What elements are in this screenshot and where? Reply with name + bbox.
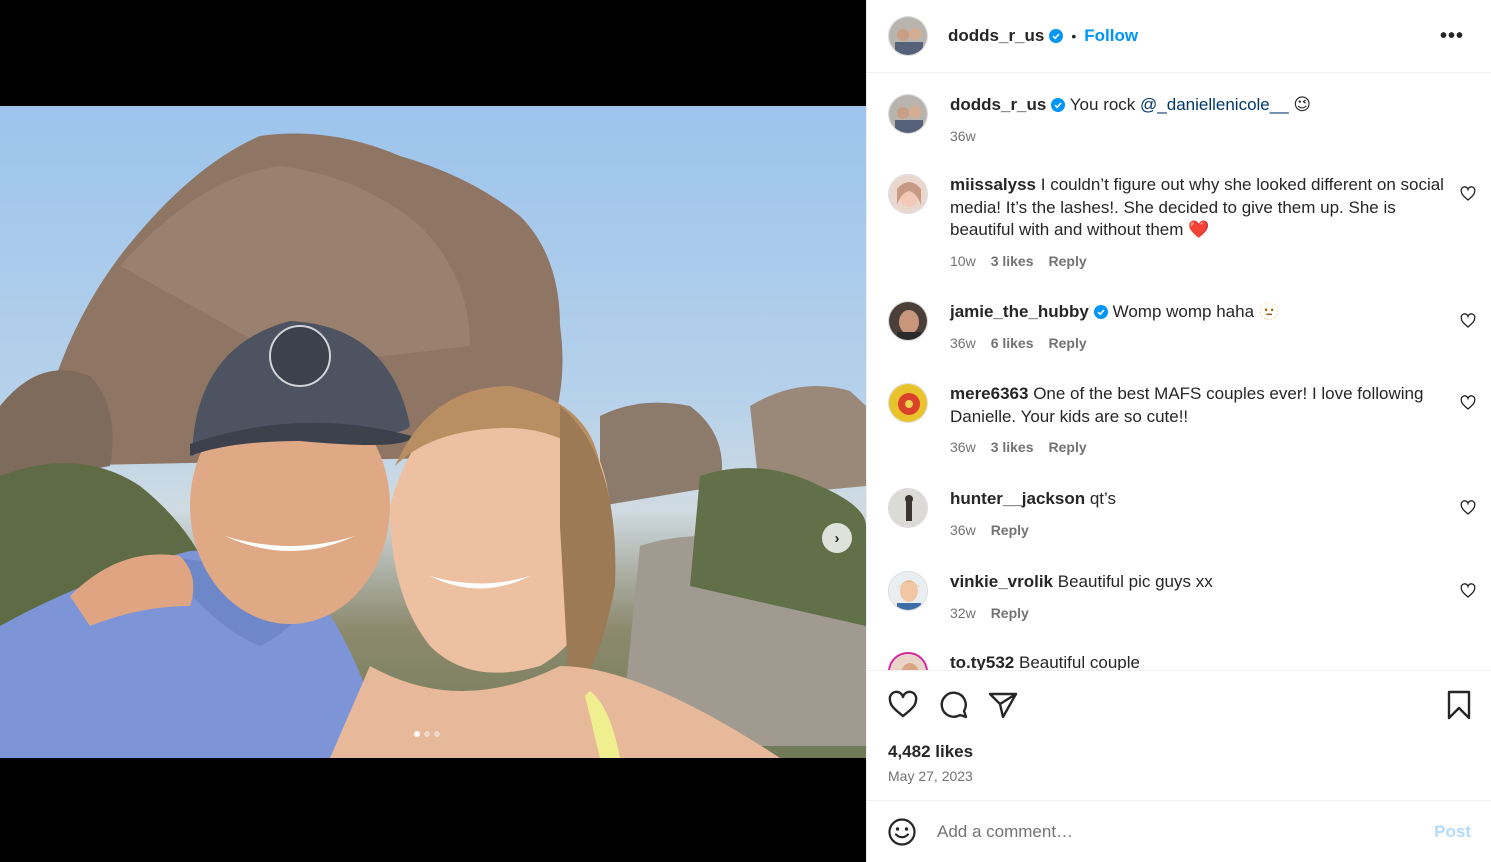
verified-badge-icon <box>1093 305 1108 319</box>
reply-button[interactable]: Reply <box>1049 436 1087 459</box>
post-media-panel: › <box>0 0 866 862</box>
carousel-dot <box>424 731 430 737</box>
caption-age: 36w <box>950 127 976 144</box>
carousel-indicator <box>414 731 440 737</box>
caption-avatar[interactable] <box>888 94 928 134</box>
comment-body: hunter__jackson qt’s 36w Reply <box>950 488 1445 541</box>
comment-meta: 36w Reply <box>950 519 1445 542</box>
commenter-avatar[interactable] <box>888 571 928 611</box>
comments-list[interactable]: dodds_r_us You rock @_daniellenicole__ 😉… <box>867 74 1491 670</box>
comment-age: 32w <box>950 604 976 621</box>
caption-item: dodds_r_us You rock @_daniellenicole__ 😉… <box>888 94 1478 154</box>
add-comment-input[interactable] <box>937 816 1407 847</box>
header-separator: • <box>1071 28 1077 44</box>
verified-badge-icon <box>1051 98 1066 112</box>
comment-item: mere6363 One of the best MAFS couples ev… <box>888 383 1478 463</box>
post-comment-button[interactable]: Post <box>1434 822 1471 842</box>
reply-button[interactable]: Reply <box>991 602 1029 625</box>
comment-username[interactable]: hunter__jackson <box>950 489 1085 508</box>
comment-bubble-icon[interactable] <box>937 689 969 721</box>
comment-item: vinkie_vrolik Beautiful pic guys xx 32w … <box>888 571 1478 631</box>
face-emoji-icon: 🫥 <box>1258 302 1280 321</box>
comment-body: miissalyss I couldn’t figure out why she… <box>950 174 1445 272</box>
verified-badge-icon <box>1049 29 1064 43</box>
comment-item: hunter__jackson qt’s 36w Reply <box>888 488 1478 548</box>
comment-body: vinkie_vrolik Beautiful pic guys xx 32w … <box>950 571 1445 624</box>
carousel-next-button[interactable]: › <box>822 523 852 553</box>
share-paper-plane-icon[interactable] <box>987 689 1019 721</box>
add-comment-bar: Post <box>867 800 1491 862</box>
commenter-avatar[interactable] <box>888 488 928 528</box>
comment-likes[interactable]: 6 likes <box>991 332 1034 355</box>
comment-username[interactable]: miissalyss <box>950 175 1036 194</box>
comment-body: to.ty532 Beautiful couple <box>950 652 1445 670</box>
comment-likes[interactable]: 3 likes <box>991 436 1034 459</box>
comment-text: Womp womp haha <box>1112 302 1259 321</box>
follow-button[interactable]: Follow <box>1084 26 1138 46</box>
save-bookmark-icon[interactable] <box>1443 689 1475 721</box>
commenter-avatar[interactable] <box>888 383 928 423</box>
comment-item: miissalyss I couldn’t figure out why she… <box>888 174 1478 274</box>
comment-body: mere6363 One of the best MAFS couples ev… <box>950 383 1445 459</box>
comment-text: qt’s <box>1089 489 1116 508</box>
reply-button[interactable]: Reply <box>991 519 1029 542</box>
like-comment-heart-icon[interactable] <box>1460 186 1476 202</box>
comment-age: 10w <box>950 252 976 269</box>
comment-meta: 36w 6 likes Reply <box>950 332 1445 355</box>
comment-meta: 36w 3 likes Reply <box>950 436 1445 459</box>
comment-username[interactable]: to.ty532 <box>950 653 1014 670</box>
like-comment-heart-icon[interactable] <box>1460 395 1476 411</box>
comment-text: Beautiful couple <box>1018 653 1140 670</box>
reply-button[interactable]: Reply <box>1049 332 1087 355</box>
comment-age: 36w <box>950 334 976 351</box>
comment-username[interactable]: vinkie_vrolik <box>950 572 1053 591</box>
post-photo[interactable]: › <box>0 106 866 758</box>
more-horizontal-icon: ••• <box>1439 24 1464 47</box>
comment-age: 36w <box>950 439 976 455</box>
likes-count[interactable]: 4,482 likes <box>888 742 973 762</box>
author-username[interactable]: dodds_r_us <box>948 26 1044 46</box>
caption-body: dodds_r_us You rock @_daniellenicole__ 😉… <box>950 94 1445 147</box>
comment-body: jamie_the_hubby Womp womp haha 🫥 36w 6 l… <box>950 301 1445 354</box>
comment-item: jamie_the_hubby Womp womp haha 🫥 36w 6 l… <box>888 301 1478 361</box>
post-side-panel: dodds_r_us • Follow ••• dodds_r_us You r… <box>866 0 1491 862</box>
caption-text: You rock <box>1069 95 1141 114</box>
comment-username[interactable]: jamie_the_hubby <box>950 302 1089 321</box>
smiley-face-icon[interactable] <box>887 817 917 847</box>
commenter-avatar[interactable] <box>888 652 928 670</box>
caption-username[interactable]: dodds_r_us <box>950 95 1046 114</box>
like-heart-icon[interactable] <box>887 689 919 721</box>
chevron-right-icon: › <box>834 529 840 547</box>
caption-meta: 36w <box>950 125 1445 148</box>
author-avatar[interactable] <box>888 16 928 56</box>
more-options-button[interactable]: ••• <box>1437 22 1467 50</box>
reply-button[interactable]: Reply <box>1049 250 1087 273</box>
carousel-dot <box>434 731 440 737</box>
comment-meta: 32w Reply <box>950 602 1445 625</box>
carousel-dot-active <box>414 731 420 737</box>
commenter-avatar[interactable] <box>888 174 928 214</box>
photo-illustration <box>0 133 866 758</box>
caption-mention-link[interactable]: @_daniellenicole__ <box>1140 95 1289 114</box>
comment-meta: 10w 3 likes Reply <box>950 250 1445 273</box>
comment-likes[interactable]: 3 likes <box>991 250 1034 273</box>
like-comment-heart-icon[interactable] <box>1460 583 1476 599</box>
post-header: dodds_r_us • Follow ••• <box>867 0 1491 73</box>
commenter-avatar[interactable] <box>888 301 928 341</box>
wink-emoji-icon: 😉 <box>1293 95 1312 114</box>
comment-item: to.ty532 Beautiful couple <box>888 652 1478 670</box>
like-comment-heart-icon[interactable] <box>1460 500 1476 516</box>
comment-username[interactable]: mere6363 <box>950 384 1028 403</box>
post-actions: 4,482 likes May 27, 2023 <box>867 670 1491 800</box>
comment-text: Beautiful pic guys xx <box>1057 572 1213 591</box>
post-date: May 27, 2023 <box>888 768 973 784</box>
like-comment-heart-icon[interactable] <box>1460 313 1476 329</box>
red-heart-emoji-icon: ❤️ <box>1188 220 1210 239</box>
comment-age: 36w <box>950 521 976 538</box>
